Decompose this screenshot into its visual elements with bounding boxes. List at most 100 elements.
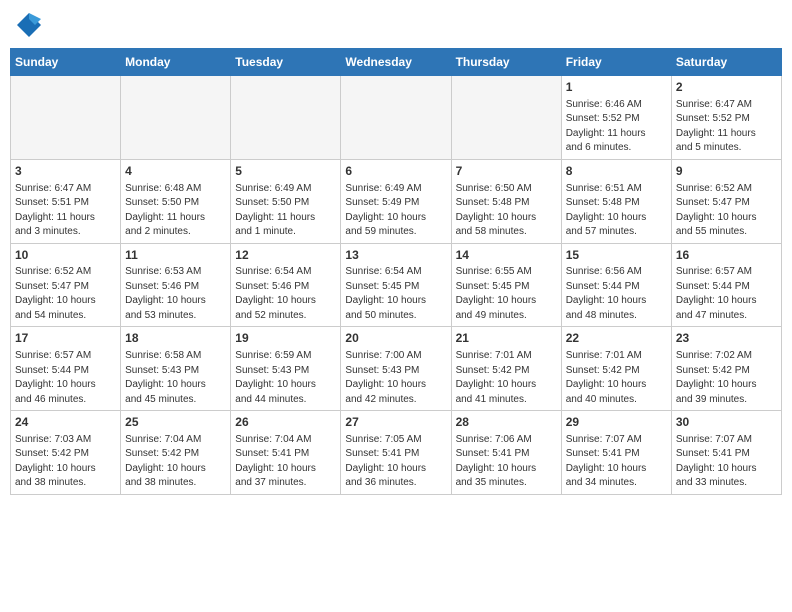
day-info: Sunrise: 7:01 AM Sunset: 5:42 PM Dayligh…: [566, 349, 667, 407]
day-number: 7: [456, 163, 557, 180]
day-info: Sunrise: 6:48 AM Sunset: 5:50 PM Dayligh…: [125, 182, 226, 240]
day-number: 15: [566, 247, 667, 264]
day-info: Sunrise: 6:59 AM Sunset: 5:43 PM Dayligh…: [235, 349, 336, 407]
calendar-cell: 22 Sunrise: 7:01 AM Sunset: 5:42 PM Dayli…: [561, 327, 671, 411]
day-number: 6: [345, 163, 446, 180]
day-info: Sunrise: 6:50 AM Sunset: 5:48 PM Dayligh…: [456, 182, 557, 240]
day-info: Sunrise: 7:02 AM Sunset: 5:42 PM Dayligh…: [676, 349, 777, 407]
day-info: Sunrise: 7:07 AM Sunset: 5:41 PM Dayligh…: [676, 433, 777, 491]
day-number: 27: [345, 414, 446, 431]
day-number: 24: [15, 414, 116, 431]
day-number: 26: [235, 414, 336, 431]
day-number: 22: [566, 330, 667, 347]
day-info: Sunrise: 6:54 AM Sunset: 5:45 PM Dayligh…: [345, 265, 446, 323]
day-info: Sunrise: 6:52 AM Sunset: 5:47 PM Dayligh…: [15, 265, 116, 323]
day-number: 2: [676, 79, 777, 96]
weekday-header-friday: Friday: [561, 49, 671, 76]
weekday-header-tuesday: Tuesday: [231, 49, 341, 76]
calendar-cell: 11Sunrise: 6:53 AM Sunset: 5:46 PM Dayli…: [121, 243, 231, 327]
calendar-week-3: 10Sunrise: 6:52 AM Sunset: 5:47 PM Dayli…: [11, 243, 782, 327]
day-info: Sunrise: 7:00 AM Sunset: 5:43 PM Dayligh…: [345, 349, 446, 407]
day-number: 12: [235, 247, 336, 264]
calendar-cell: 5Sunrise: 6:49 AM Sunset: 5:50 PM Daylig…: [231, 159, 341, 243]
calendar-cell: 19 Sunrise: 6:59 AM Sunset: 5:43 PM Dayli…: [231, 327, 341, 411]
calendar-cell: 4Sunrise: 6:48 AM Sunset: 5:50 PM Daylig…: [121, 159, 231, 243]
day-info: Sunrise: 6:46 AM Sunset: 5:52 PM Dayligh…: [566, 98, 667, 156]
day-info: Sunrise: 6:49 AM Sunset: 5:49 PM Dayligh…: [345, 182, 446, 240]
weekday-header-wednesday: Wednesday: [341, 49, 451, 76]
calendar-cell: 10Sunrise: 6:52 AM Sunset: 5:47 PM Dayli…: [11, 243, 121, 327]
calendar-cell: 13Sunrise: 6:54 AM Sunset: 5:45 PM Dayli…: [341, 243, 451, 327]
day-number: 1: [566, 79, 667, 96]
calendar-cell: 7 Sunrise: 6:50 AM Sunset: 5:48 PM Daylig…: [451, 159, 561, 243]
logo-icon: [14, 10, 44, 40]
day-info: Sunrise: 7:01 AM Sunset: 5:42 PM Dayligh…: [456, 349, 557, 407]
weekday-header-row: SundayMondayTuesdayWednesdayThursdayFrid…: [11, 49, 782, 76]
day-info: Sunrise: 6:52 AM Sunset: 5:47 PM Dayligh…: [676, 182, 777, 240]
calendar-cell: 17Sunrise: 6:57 AM Sunset: 5:44 PM Dayli…: [11, 327, 121, 411]
day-number: 28: [456, 414, 557, 431]
day-info: Sunrise: 6:47 AM Sunset: 5:51 PM Dayligh…: [15, 182, 116, 240]
calendar-cell: 23 Sunrise: 7:02 AM Sunset: 5:42 PM Dayli…: [671, 327, 781, 411]
calendar-cell: 14Sunrise: 6:55 AM Sunset: 5:45 PM Dayli…: [451, 243, 561, 327]
day-info: Sunrise: 7:06 AM Sunset: 5:41 PM Dayligh…: [456, 433, 557, 491]
day-info: Sunrise: 6:57 AM Sunset: 5:44 PM Dayligh…: [676, 265, 777, 323]
day-info: Sunrise: 6:58 AM Sunset: 5:43 PM Dayligh…: [125, 349, 226, 407]
day-number: 30: [676, 414, 777, 431]
day-info: Sunrise: 6:54 AM Sunset: 5:46 PM Dayligh…: [235, 265, 336, 323]
day-number: 18: [125, 330, 226, 347]
day-info: Sunrise: 6:51 AM Sunset: 5:48 PM Dayligh…: [566, 182, 667, 240]
weekday-header-thursday: Thursday: [451, 49, 561, 76]
calendar-cell: 18 Sunrise: 6:58 AM Sunset: 5:43 PM Dayli…: [121, 327, 231, 411]
day-info: Sunrise: 6:56 AM Sunset: 5:44 PM Dayligh…: [566, 265, 667, 323]
day-number: 16: [676, 247, 777, 264]
day-number: 29: [566, 414, 667, 431]
page-header: [10, 10, 782, 40]
calendar-body: 1 Sunrise: 6:46 AM Sunset: 5:52 PM Daylig…: [11, 76, 782, 495]
calendar-cell: [231, 76, 341, 160]
calendar-cell: [341, 76, 451, 160]
day-number: 19: [235, 330, 336, 347]
calendar-cell: 9Sunrise: 6:52 AM Sunset: 5:47 PM Daylig…: [671, 159, 781, 243]
calendar-cell: 2 Sunrise: 6:47 AM Sunset: 5:52 PM Daylig…: [671, 76, 781, 160]
calendar-cell: 3Sunrise: 6:47 AM Sunset: 5:51 PM Daylig…: [11, 159, 121, 243]
day-number: 23: [676, 330, 777, 347]
calendar-cell: [121, 76, 231, 160]
calendar-week-2: 3Sunrise: 6:47 AM Sunset: 5:51 PM Daylig…: [11, 159, 782, 243]
day-info: Sunrise: 6:49 AM Sunset: 5:50 PM Dayligh…: [235, 182, 336, 240]
calendar-table: SundayMondayTuesdayWednesdayThursdayFrid…: [10, 48, 782, 495]
weekday-header-saturday: Saturday: [671, 49, 781, 76]
calendar-cell: [451, 76, 561, 160]
calendar-cell: 24 Sunrise: 7:03 AM Sunset: 5:42 PM Dayli…: [11, 411, 121, 495]
day-info: Sunrise: 6:57 AM Sunset: 5:44 PM Dayligh…: [15, 349, 116, 407]
calendar-cell: [11, 76, 121, 160]
calendar-cell: 1 Sunrise: 6:46 AM Sunset: 5:52 PM Daylig…: [561, 76, 671, 160]
calendar-cell: 15Sunrise: 6:56 AM Sunset: 5:44 PM Dayli…: [561, 243, 671, 327]
day-info: Sunrise: 7:04 AM Sunset: 5:41 PM Dayligh…: [235, 433, 336, 491]
day-number: 25: [125, 414, 226, 431]
day-info: Sunrise: 7:03 AM Sunset: 5:42 PM Dayligh…: [15, 433, 116, 491]
calendar-cell: 6 Sunrise: 6:49 AM Sunset: 5:49 PM Daylig…: [341, 159, 451, 243]
weekday-header-sunday: Sunday: [11, 49, 121, 76]
weekday-header-monday: Monday: [121, 49, 231, 76]
day-number: 10: [15, 247, 116, 264]
day-info: Sunrise: 7:05 AM Sunset: 5:41 PM Dayligh…: [345, 433, 446, 491]
calendar-cell: 28 Sunrise: 7:06 AM Sunset: 5:41 PM Dayli…: [451, 411, 561, 495]
day-number: 20: [345, 330, 446, 347]
calendar-cell: 29 Sunrise: 7:07 AM Sunset: 5:41 PM Dayli…: [561, 411, 671, 495]
calendar-cell: 26 Sunrise: 7:04 AM Sunset: 5:41 PM Dayli…: [231, 411, 341, 495]
day-number: 11: [125, 247, 226, 264]
day-number: 13: [345, 247, 446, 264]
calendar-header: SundayMondayTuesdayWednesdayThursdayFrid…: [11, 49, 782, 76]
calendar-cell: 30 Sunrise: 7:07 AM Sunset: 5:41 PM Dayli…: [671, 411, 781, 495]
day-info: Sunrise: 6:55 AM Sunset: 5:45 PM Dayligh…: [456, 265, 557, 323]
day-info: Sunrise: 6:47 AM Sunset: 5:52 PM Dayligh…: [676, 98, 777, 156]
calendar-cell: 27 Sunrise: 7:05 AM Sunset: 5:41 PM Dayli…: [341, 411, 451, 495]
calendar-cell: 8Sunrise: 6:51 AM Sunset: 5:48 PM Daylig…: [561, 159, 671, 243]
logo: [14, 10, 48, 40]
day-info: Sunrise: 7:07 AM Sunset: 5:41 PM Dayligh…: [566, 433, 667, 491]
calendar-cell: 16Sunrise: 6:57 AM Sunset: 5:44 PM Dayli…: [671, 243, 781, 327]
calendar-cell: 25Sunrise: 7:04 AM Sunset: 5:42 PM Dayli…: [121, 411, 231, 495]
calendar-cell: 21Sunrise: 7:01 AM Sunset: 5:42 PM Dayli…: [451, 327, 561, 411]
calendar-cell: 20 Sunrise: 7:00 AM Sunset: 5:43 PM Dayli…: [341, 327, 451, 411]
